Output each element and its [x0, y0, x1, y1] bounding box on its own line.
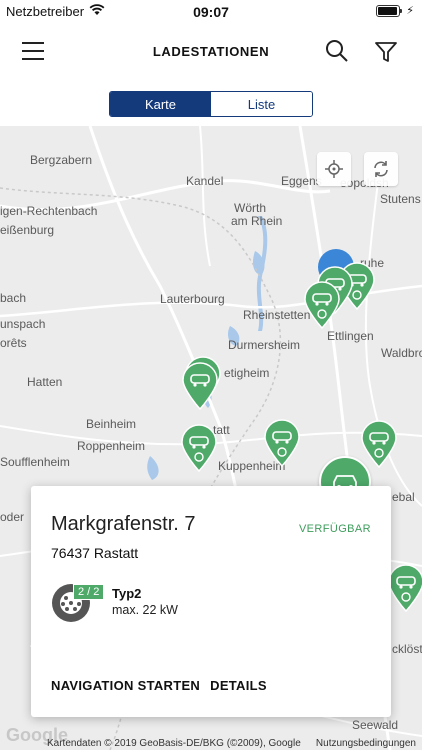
place-label: Durmersheim: [228, 338, 301, 352]
tab-list[interactable]: Liste: [211, 92, 312, 116]
tab-map[interactable]: Karte: [110, 92, 211, 116]
status-bar: Netzbetreiber 09:07 ⚡: [0, 0, 422, 24]
car-pin-icon: [361, 420, 397, 469]
place-label: igen-Rechtenbach: [0, 204, 98, 218]
car-pin-icon: [388, 564, 422, 613]
charging-station-pin[interactable]: [263, 419, 301, 468]
place-label: cklöst: [392, 642, 422, 656]
place-label: oder: [0, 510, 25, 524]
place-label: Roppenheim: [77, 439, 146, 453]
place-label: Seewald: [352, 718, 399, 732]
availability-status: VERFÜGBAR: [298, 523, 371, 535]
place-label: Stutens: [380, 192, 421, 206]
place-label: Bergzabern: [30, 153, 93, 167]
car-pin-icon: [264, 419, 300, 468]
filter-icon: [375, 42, 397, 62]
search-icon: [326, 40, 348, 62]
charging-station-pin[interactable]: [387, 564, 422, 613]
station-city: 76437 Rastatt: [51, 545, 139, 561]
place-label: Hatten: [27, 375, 63, 389]
place-label: Ettlingen: [327, 329, 374, 343]
place-label: unspach: [0, 317, 46, 331]
filter-button[interactable]: [374, 40, 398, 64]
place-label: Kandel: [186, 174, 224, 188]
refresh-icon: [374, 161, 388, 177]
place-label: Beinheim: [86, 417, 137, 431]
car-pin-icon: [304, 281, 340, 330]
charging-station-pin[interactable]: [303, 281, 341, 330]
search-button[interactable]: [324, 38, 350, 64]
map-attribution: Kartendaten © 2019 GeoBasis-DE/BKG (©200…: [47, 738, 301, 749]
refresh-button[interactable]: [364, 152, 398, 186]
place-label: Wörth: [234, 201, 267, 215]
plug-type: Typ2: [112, 586, 142, 601]
start-navigation-button[interactable]: NAVIGATION STARTEN: [51, 678, 200, 693]
availability-badge: 2 / 2: [73, 584, 105, 600]
view-switch: Karte Liste: [109, 91, 313, 117]
details-button[interactable]: DETAILS: [210, 678, 267, 693]
car-pin-icon: [181, 424, 217, 473]
place-label: orêts: [0, 336, 27, 350]
place-label: am Rhein: [231, 214, 283, 228]
crosshair-icon: [325, 160, 343, 178]
charging-station-pin[interactable]: [360, 420, 398, 469]
place-label: bach: [0, 291, 27, 305]
place-label: Soufflenheim: [0, 455, 70, 469]
place-label: Lauterbourg: [160, 292, 225, 306]
place-label: ebal: [392, 490, 415, 504]
plug-power: max. 22 kW: [112, 603, 178, 617]
car-pin-icon: [182, 362, 218, 411]
battery-icon: [376, 4, 403, 17]
locate-button[interactable]: [317, 152, 351, 186]
place-label: Rheinstetten: [243, 308, 311, 322]
place-label: eißenburg: [0, 223, 55, 237]
place-label: etigheim: [224, 366, 270, 380]
page-title: LADESTATIONEN: [152, 44, 270, 59]
clock: 09:07: [193, 4, 229, 20]
charging-station-pin[interactable]: [181, 362, 219, 411]
station-street: Markgrafenstr. 7: [51, 513, 196, 535]
station-detail-card[interactable]: Markgrafenstr. 7 VERFÜGBAR 76437 Rastatt…: [31, 486, 391, 717]
terms-link[interactable]: Nutzungsbedingungen: [316, 738, 416, 749]
place-label: Eggens: [281, 174, 322, 188]
charging-station-pin[interactable]: [180, 424, 218, 473]
place-label: Waldbro: [381, 346, 422, 360]
navigation-bar: LADESTATIONEN: [0, 24, 422, 80]
charging-icon: ⚡: [406, 5, 414, 17]
